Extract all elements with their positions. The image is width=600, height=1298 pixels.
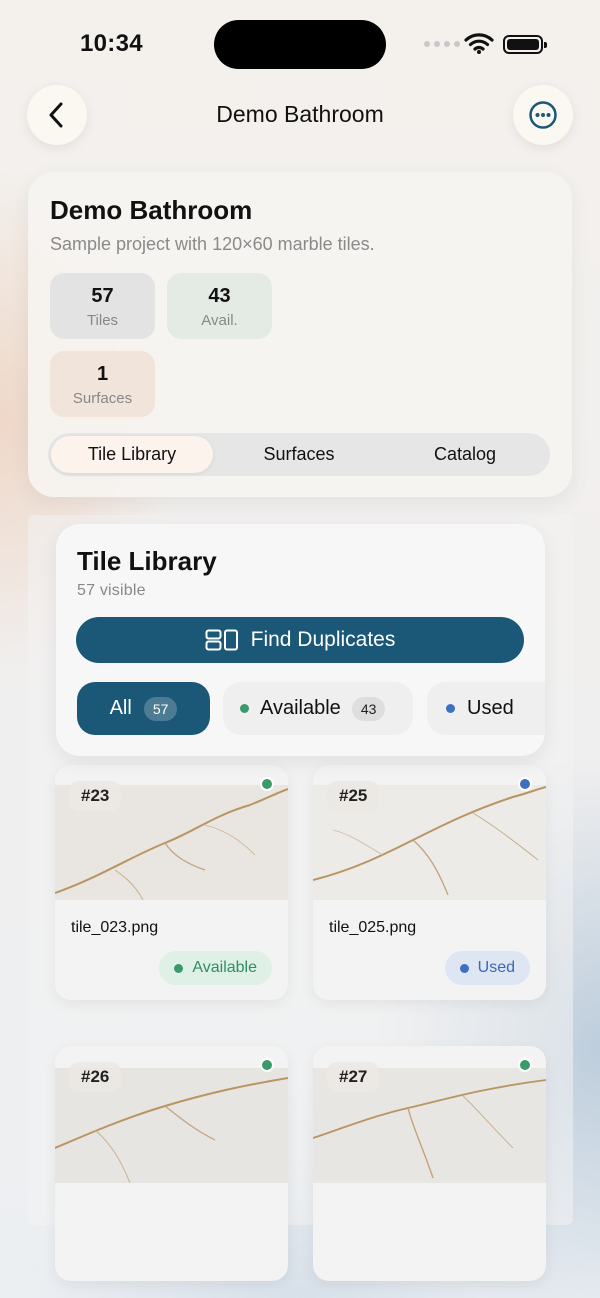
cellular-signal-icon	[424, 41, 460, 47]
stat-value: 1	[96, 363, 109, 385]
find-duplicates-label: Find Duplicates	[250, 628, 396, 651]
stat-value: 43	[208, 285, 231, 307]
tile-card[interactable]: #26	[55, 1046, 288, 1281]
status-label: Available	[192, 959, 257, 976]
status-dot-icon	[518, 777, 532, 791]
battery-icon	[503, 35, 547, 54]
tile-number-badge: #25	[327, 781, 380, 811]
back-button[interactable]	[27, 85, 87, 145]
more-options-button[interactable]	[513, 85, 573, 145]
visible-count: 57 visible	[77, 582, 146, 599]
filter-available[interactable]: Available 43	[223, 682, 413, 735]
tile-number-badge: #26	[69, 1062, 122, 1092]
tile-filename: tile_025.png	[329, 919, 417, 936]
tab-catalog[interactable]: Catalog	[384, 436, 546, 473]
nav-title: Demo Bathroom	[216, 101, 384, 127]
status-pill-available: Available	[159, 951, 272, 985]
tile-number-badge: #27	[327, 1062, 380, 1092]
status-bar: 10:34	[0, 0, 600, 90]
tile-card[interactable]: #25 tile_025.png Used	[313, 765, 546, 1000]
available-dot-icon	[240, 704, 249, 713]
stat-label: Surfaces	[72, 390, 133, 407]
tile-card[interactable]: #23 tile_023.png Available	[55, 765, 288, 1000]
used-dot-icon	[459, 963, 469, 973]
tile-number-badge: #23	[69, 781, 122, 811]
status-dot-icon	[260, 1058, 274, 1072]
project-description: Sample project with 120×60 marble tiles.	[50, 234, 375, 254]
ellipsis-circle-icon	[529, 101, 557, 129]
available-dot-icon	[174, 963, 184, 973]
filter-label: Available	[260, 697, 341, 719]
project-title: Demo Bathroom	[50, 195, 253, 225]
find-duplicates-button[interactable]: Find Duplicates	[76, 617, 524, 663]
stat-surfaces: 1 Surfaces	[50, 351, 155, 417]
tile-library-card: Tile Library 57 visible Find Duplicates …	[56, 524, 545, 756]
filter-label: Used	[467, 697, 514, 719]
filter-label: All	[109, 697, 132, 719]
duplicates-icon	[205, 629, 238, 651]
tile-card[interactable]: #27	[313, 1046, 546, 1281]
stat-available: 43 Avail.	[167, 273, 272, 339]
stat-value: 57	[91, 285, 114, 307]
section-segmented-control: Tile Library Surfaces Catalog	[48, 433, 550, 476]
chevron-left-icon	[49, 102, 63, 128]
tab-surfaces[interactable]: Surfaces	[218, 436, 380, 473]
used-dot-icon	[446, 704, 455, 713]
tab-tile-library[interactable]: Tile Library	[51, 436, 213, 473]
wifi-icon	[464, 32, 494, 59]
filter-count-badge: 43	[351, 696, 386, 721]
stat-label: Tiles	[86, 312, 119, 329]
status-pill-used: Used	[444, 951, 530, 985]
status-label: Used	[477, 959, 515, 976]
status-dot-icon	[260, 777, 274, 791]
dynamic-island	[214, 20, 386, 69]
stat-tiles: 57 Tiles	[50, 273, 155, 339]
tile-filename: tile_023.png	[71, 919, 159, 936]
status-dot-icon	[518, 1058, 532, 1072]
stat-label: Avail.	[201, 312, 238, 329]
status-time: 10:34	[80, 30, 143, 57]
filter-count-badge: 57	[143, 696, 178, 721]
filter-used[interactable]: Used	[427, 682, 545, 735]
filter-all[interactable]: All 57	[77, 682, 210, 735]
library-title: Tile Library	[77, 546, 217, 576]
project-summary-card: Demo Bathroom Sample project with 120×60…	[28, 172, 572, 497]
